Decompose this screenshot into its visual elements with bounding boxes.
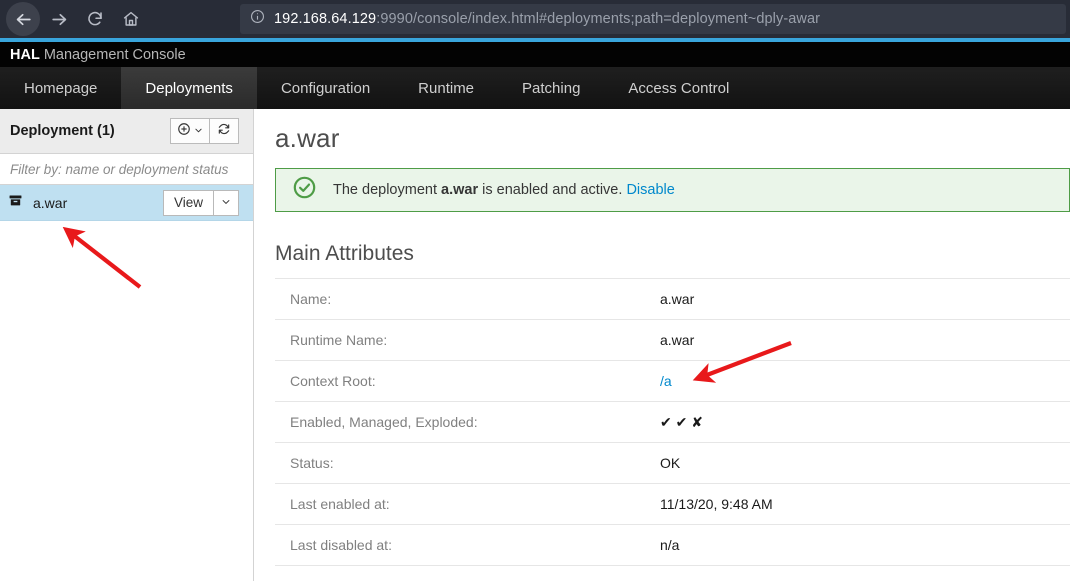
alert-message: The deployment a.war is enabled and acti… bbox=[333, 182, 675, 198]
reload-icon[interactable] bbox=[78, 2, 112, 36]
attribute-label: Last enabled at: bbox=[290, 496, 390, 512]
tab-access-control[interactable]: Access Control bbox=[604, 67, 753, 109]
address-bar[interactable]: 192.168.64.129:9990/console/index.html#d… bbox=[240, 4, 1066, 34]
tab-patching[interactable]: Patching bbox=[498, 67, 604, 109]
section-title: Main Attributes bbox=[275, 242, 414, 265]
info-circle-icon bbox=[250, 9, 265, 29]
url-host: 192.168.64.129 bbox=[274, 11, 377, 27]
list-item-actions: View bbox=[162, 189, 239, 216]
deployments-sidebar: Deployment (1) Filter by: name or deploy… bbox=[0, 109, 254, 581]
browser-nav-buttons bbox=[0, 2, 148, 36]
chevron-down-icon bbox=[194, 122, 203, 140]
app-title: HAL Management Console bbox=[10, 47, 186, 63]
browser-toolbar: 192.168.64.129:9990/console/index.html#d… bbox=[0, 0, 1070, 38]
attribute-label: Last disabled at: bbox=[290, 537, 392, 553]
sidebar-toolbar bbox=[170, 118, 239, 144]
filter-input[interactable] bbox=[10, 161, 243, 177]
alert-text-suffix: is enabled and active. bbox=[478, 182, 623, 198]
attribute-label: Status: bbox=[290, 455, 334, 471]
attribute-label: Name: bbox=[290, 291, 332, 307]
table-row: Last enabled at: 11/13/20, 9:48 AM bbox=[275, 483, 1070, 525]
brand-name: HAL bbox=[10, 46, 40, 63]
tab-homepage[interactable]: Homepage bbox=[0, 67, 121, 109]
back-icon[interactable] bbox=[6, 2, 40, 36]
attribute-value-status: OK bbox=[660, 455, 681, 471]
alert-deployment-name: a.war bbox=[441, 182, 479, 198]
main-navigation: Homepage Deployments Configuration Runti… bbox=[0, 67, 1070, 109]
view-button[interactable]: View bbox=[162, 189, 213, 216]
archive-icon bbox=[8, 193, 23, 213]
attribute-value: n/a bbox=[660, 537, 680, 553]
attribute-label: Runtime Name: bbox=[290, 332, 388, 348]
url-path: :9990/console/index.html#deployments;pat… bbox=[376, 11, 821, 27]
table-row: Runtime Name: a.war bbox=[275, 319, 1070, 361]
home-icon[interactable] bbox=[114, 2, 148, 36]
sidebar-header: Deployment (1) bbox=[0, 109, 253, 154]
attribute-value: a.war bbox=[660, 291, 695, 307]
refresh-icon bbox=[217, 122, 231, 141]
table-row: Status: OK bbox=[275, 442, 1070, 484]
main-content: a.war The deployment a.war is enabled an… bbox=[255, 109, 1070, 581]
list-item-label: a.war bbox=[33, 194, 68, 211]
attribute-value: a.war bbox=[660, 332, 695, 348]
list-item[interactable]: a.war View bbox=[0, 185, 253, 221]
page-title: a.war bbox=[275, 123, 340, 153]
app-header: HAL Management Console bbox=[0, 42, 1070, 67]
chevron-down-icon bbox=[221, 195, 231, 210]
table-row: Enabled, Managed, Exploded: ✔ ✔ ✘ bbox=[275, 401, 1070, 443]
browser-window: 192.168.64.129:9990/console/index.html#d… bbox=[0, 0, 1070, 581]
tab-runtime[interactable]: Runtime bbox=[394, 67, 498, 109]
alert-text-prefix: The deployment bbox=[333, 182, 442, 198]
table-row: Last disabled at: n/a bbox=[275, 524, 1070, 566]
status-alert: The deployment a.war is enabled and acti… bbox=[275, 168, 1070, 212]
tab-configuration[interactable]: Configuration bbox=[257, 67, 394, 109]
table-row: Name: a.war bbox=[275, 278, 1070, 320]
check-circle-icon bbox=[292, 175, 317, 205]
refresh-button[interactable] bbox=[209, 118, 239, 144]
plus-circle-icon bbox=[177, 122, 191, 141]
address-bar-text: 192.168.64.129:9990/console/index.html#d… bbox=[274, 11, 820, 27]
attribute-label: Enabled, Managed, Exploded: bbox=[290, 414, 478, 430]
add-deployment-button[interactable] bbox=[170, 118, 209, 144]
brand-subtitle: Management Console bbox=[39, 46, 186, 63]
attribute-value: 11/13/20, 9:48 AM bbox=[660, 496, 773, 512]
context-root-link[interactable]: /a bbox=[660, 373, 672, 389]
disable-link[interactable]: Disable bbox=[626, 182, 674, 198]
attribute-label: Context Root: bbox=[290, 373, 376, 389]
attribute-value-flags: ✔ ✔ ✘ bbox=[660, 413, 703, 430]
sidebar-title: Deployment (1) bbox=[10, 123, 115, 139]
forward-icon[interactable] bbox=[42, 2, 76, 36]
main-attributes-table: Name: a.war Runtime Name: a.war Context … bbox=[275, 278, 1070, 566]
table-row: Context Root: /a bbox=[275, 360, 1070, 402]
view-dropdown-button[interactable] bbox=[213, 189, 239, 216]
filter-row bbox=[0, 154, 253, 185]
attribute-value-context-root: /a bbox=[660, 361, 1070, 402]
tab-deployments[interactable]: Deployments bbox=[121, 67, 257, 109]
